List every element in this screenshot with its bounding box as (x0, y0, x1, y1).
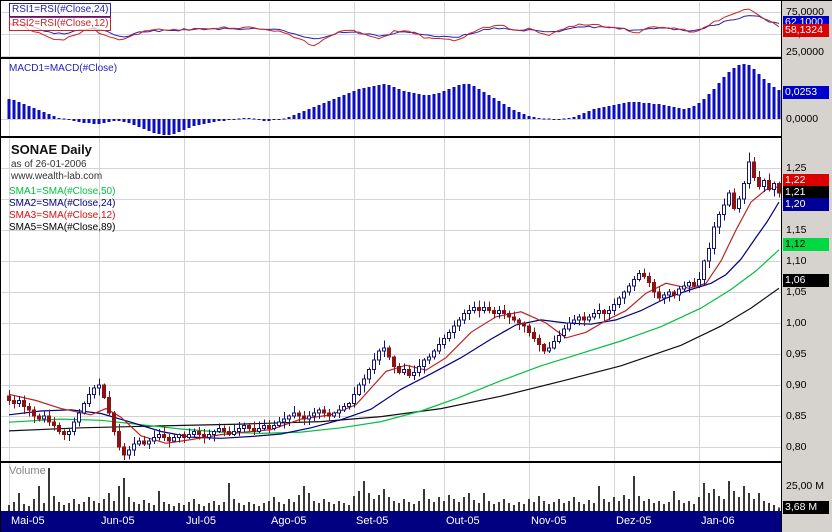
as-of-date: as of 26-01-2006 (11, 159, 87, 170)
price-axis-110: 1,10 (786, 255, 807, 267)
sma89-value-badge: 1,06 (783, 274, 829, 287)
rsi2-value-badge: 58,1324 (783, 24, 829, 37)
axis-divider-line (781, 1, 782, 532)
volume-pane-label: Volume (9, 465, 46, 477)
month-gridlines (9, 2, 700, 510)
candlesticks (7, 152, 781, 460)
rsi1-formula-label: RSI1=RSI(#Close,24) (9, 3, 112, 17)
macd-histogram (7, 64, 781, 135)
symbol-title: SONAE Daily (11, 142, 92, 157)
macd-value-badge: 0,0253 (783, 86, 829, 99)
chart-canvas[interactable] (1, 1, 832, 532)
macd-formula-label: MACD1=MACD(#Close) (9, 63, 118, 74)
price-axis-105: 1,05 (786, 286, 807, 298)
price-volume-separator (1, 461, 782, 463)
sma50-line (8, 249, 780, 435)
rsi12-line (8, 8, 780, 47)
value-gridlines (1, 12, 781, 448)
rsi-macd-separator (1, 57, 782, 59)
volume-bars (8, 468, 780, 511)
wealth-lab-chart-window: Mai-05 Jun-05 Jul-05 Ago-05 Set-05 Out-05 Nov-… (0, 0, 832, 532)
macd-price-separator (1, 136, 782, 138)
sma24-value-badge: 1,20 (783, 198, 829, 211)
sma1-formula-label: SMA1=SMA(#Close,50) (9, 186, 116, 197)
rsi2-formula-label: RSI2=RSI(#Close,12) (9, 17, 112, 31)
price-axis-100: 1,00 (786, 317, 807, 329)
website-label: www.wealth-lab.com (11, 171, 103, 182)
sma3-formula-label: SMA3=SMA(#Close,12) (9, 210, 116, 221)
price-axis-080: 0,80 (786, 441, 807, 453)
sma24-line (8, 201, 780, 439)
price-axis-090: 0,90 (786, 379, 807, 391)
sma5-formula-label: SMA5=SMA(#Close,89) (9, 222, 116, 233)
price-axis-115: 1,15 (786, 224, 807, 236)
sma50-value-badge: 1,12 (783, 238, 829, 251)
volume-axis-25m: 25,00 M (786, 480, 824, 492)
macd-axis-zero: 0,0000 (786, 113, 819, 125)
price-axis-085: 0,85 (786, 410, 807, 422)
volume-value-badge: 3,68 M (783, 501, 829, 514)
rsi-axis-25: 25,0000 (786, 46, 824, 58)
sma2-formula-label: SMA2=SMA(#Close,24) (9, 198, 116, 209)
price-axis-095: 0,95 (786, 348, 807, 360)
sma12-line (8, 186, 780, 444)
price-axis-125: 1,25 (786, 162, 807, 174)
